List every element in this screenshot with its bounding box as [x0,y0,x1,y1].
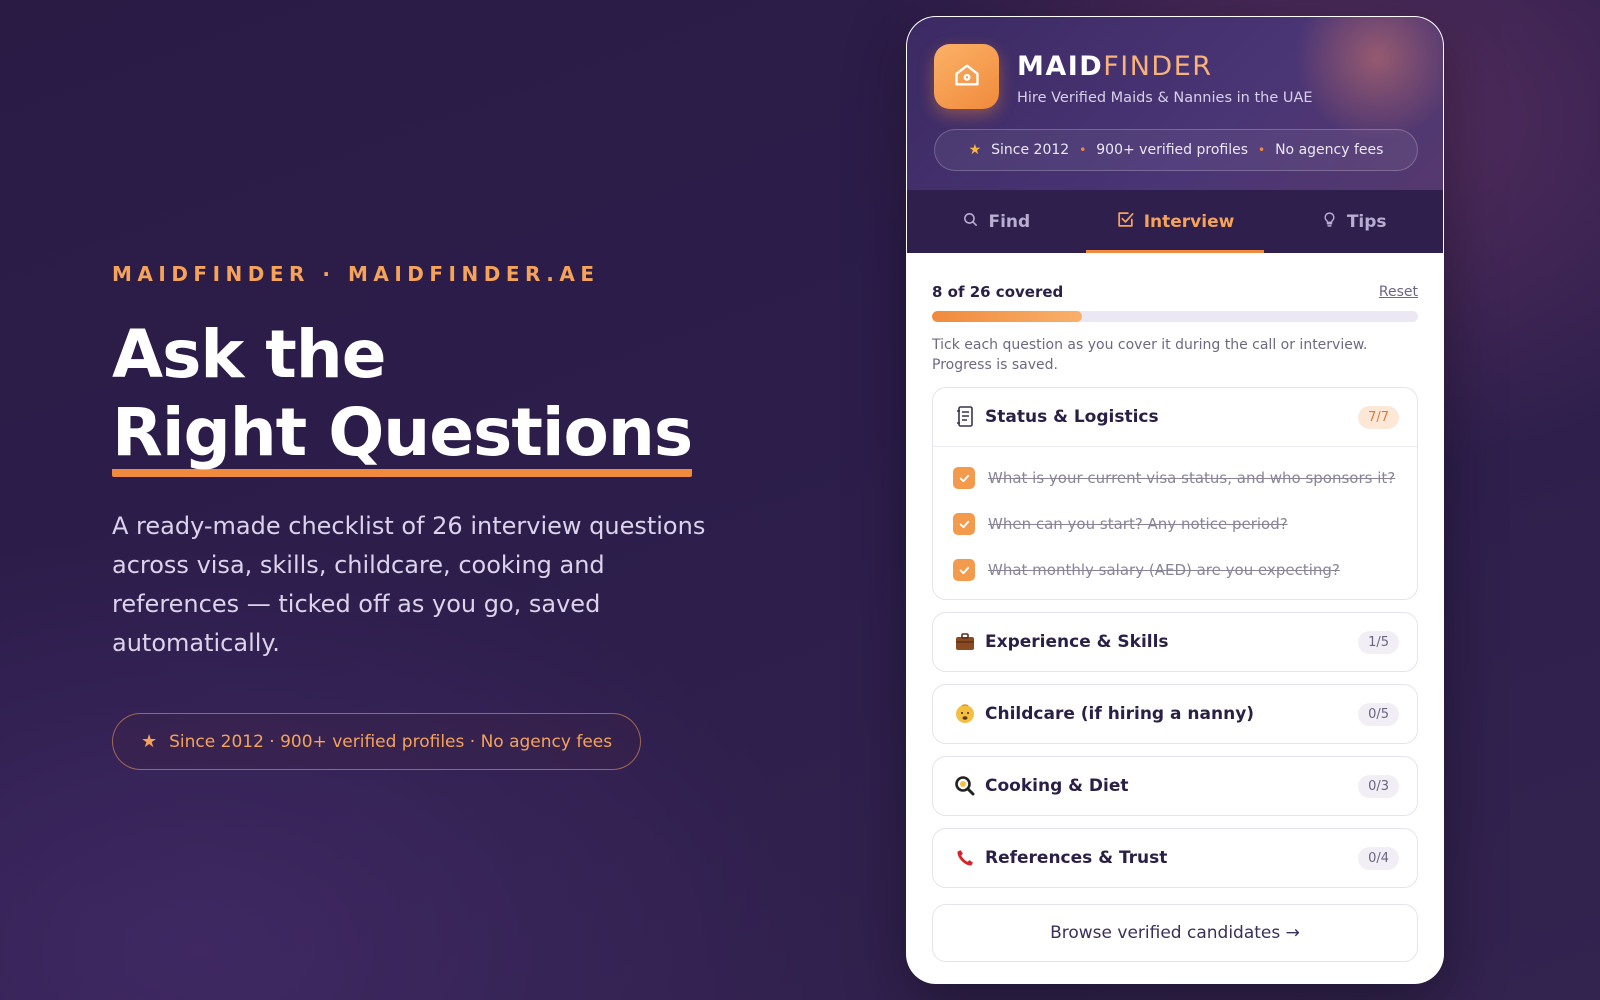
section-count-badge: 1/5 [1358,630,1399,654]
section-count-badge: 0/4 [1358,846,1399,870]
house-icon [953,61,981,93]
section-title: Childcare (if hiring a nanny) [985,704,1255,724]
section-header[interactable]: Experience & Skills 1/5 [933,613,1417,671]
document-icon [953,406,977,428]
browse-candidates-button[interactable]: Browse verified candidates → [932,904,1418,962]
brand-tagline: Hire Verified Maids & Nannies in the UAE [1017,90,1313,106]
brand-name: MAIDFINDER [1017,51,1213,82]
hero-description: A ready-made checklist of 26 interview q… [112,512,706,657]
checkbox-icon [1116,210,1135,234]
section-title: Status & Logistics [985,407,1159,427]
headline-line-2: Right Questions [112,399,693,477]
hero-pill-text: Since 2012 · 900+ verified profiles · No… [169,731,613,752]
question-item[interactable]: When can you start? Any notice period? [933,501,1417,547]
brand-part-1: MAID [1017,51,1104,82]
tab-label: Find [988,211,1031,232]
section-experience-skills[interactable]: Experience & Skills 1/5 [932,612,1418,672]
question-item[interactable]: What monthly salary (AED) are you expect… [933,547,1417,593]
question-list: What is your current visa status, and wh… [933,446,1417,599]
app-header: MAIDFINDER Hire Verified Maids & Nannies… [907,17,1443,190]
brand-part-2: FINDER [1103,51,1213,82]
briefcase-icon [953,633,977,651]
question-item[interactable]: What is your current visa status, and wh… [933,455,1417,501]
trust-bar: ★ Since 2012 • 900+ verified profiles • … [934,129,1418,171]
question-checkbox[interactable] [953,559,975,581]
trust-item: No agency fees [1275,142,1384,158]
app-logo[interactable] [934,44,999,109]
search-icon [962,211,979,233]
section-title: Cooking & Diet [985,776,1129,796]
question-text: What is your current visa status, and wh… [988,469,1396,487]
tab-find[interactable]: Find [907,190,1086,253]
section-header[interactable]: Cooking & Diet 0/3 [933,757,1417,815]
reset-link[interactable]: Reset [1379,284,1418,300]
headline-line-1: Ask the [112,316,387,393]
hero-trust-pill: ★ Since 2012 · 900+ verified profiles · … [112,713,642,770]
hero-eyebrow: MAIDFINDER · MAIDFINDER.AE [112,262,600,286]
section-title: Experience & Skills [985,632,1169,652]
section-header[interactable]: Status & Logistics 7/7 [933,388,1417,446]
dot-separator: • [1079,143,1087,157]
section-childcare[interactable]: Childcare (if hiring a nanny) 0/5 [932,684,1418,744]
progress-hint: Tick each question as you cover it durin… [932,337,1368,373]
tab-label: Tips [1346,211,1387,232]
trust-item: 900+ verified profiles [1096,142,1248,158]
frying-pan-icon [953,776,977,796]
dot-separator: • [1258,143,1266,157]
phone-icon [953,848,977,868]
section-cooking-diet[interactable]: Cooking & Diet 0/3 [932,756,1418,816]
section-count-badge: 0/3 [1358,774,1399,798]
star-icon: ★ [968,142,982,158]
progress-row: 8 of 26 covered Reset [932,283,1418,301]
question-text: What monthly salary (AED) are you expect… [988,561,1340,579]
question-checkbox[interactable] [953,513,975,535]
trust-item: Since 2012 [991,142,1070,158]
section-count-badge: 0/5 [1358,702,1399,726]
progress-fill [932,311,1082,322]
lightbulb-icon [1321,210,1338,234]
tab-bar: Find Interview Tips [907,190,1443,253]
hero-headline: Ask the Right Questions [112,316,752,477]
tab-label: Interview [1143,211,1235,232]
section-references-trust[interactable]: References & Trust 0/4 [932,828,1418,888]
section-count-badge: 7/7 [1358,405,1399,429]
tab-interview[interactable]: Interview [1085,190,1265,253]
progress-label: 8 of 26 covered [932,283,1064,301]
star-icon: ★ [141,731,158,752]
question-text: When can you start? Any notice period? [988,515,1288,533]
section-status-logistics: Status & Logistics 7/7 What is your curr… [932,387,1418,600]
tab-tips[interactable]: Tips [1264,190,1443,253]
section-header[interactable]: Childcare (if hiring a nanny) 0/5 [933,685,1417,743]
question-checkbox[interactable] [953,467,975,489]
baby-icon [953,704,977,724]
progress-bar [932,311,1418,322]
hero: MAIDFINDER · MAIDFINDER.AE Ask the Right… [112,262,752,770]
section-title: References & Trust [985,848,1168,868]
app-card: MAIDFINDER Hire Verified Maids & Nannies… [906,16,1444,984]
section-header[interactable]: References & Trust 0/4 [933,829,1417,887]
interview-panel: 8 of 26 covered Reset Tick each question… [907,283,1443,962]
